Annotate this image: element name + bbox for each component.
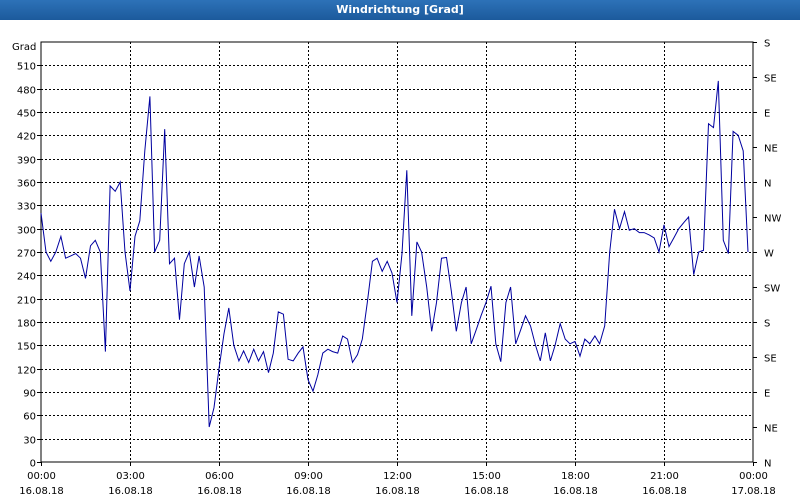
compass-tick-label: S [764, 319, 770, 330]
x-tick-time: 00:00 [27, 471, 56, 482]
compass-tick-label: SE [764, 354, 777, 365]
y-tick-label: 90 [23, 389, 36, 400]
y-tick-label: 360 [17, 179, 36, 190]
x-tick-date: 16.08.18 [553, 486, 598, 497]
y-tick-label: 480 [17, 86, 36, 97]
y-tick-label: 150 [17, 342, 36, 353]
y-tick-label: 30 [23, 436, 36, 447]
compass-tick-label: NE [764, 424, 778, 435]
y-tick-label: 210 [17, 296, 36, 307]
y-tick-label: 270 [17, 249, 36, 260]
y-axis-label: Grad [12, 42, 36, 53]
window-title: Windrichtung [Grad] [0, 0, 800, 20]
x-tick-time: 12:00 [383, 471, 412, 482]
x-tick-date: 16.08.18 [464, 486, 509, 497]
y-tick-label: 60 [23, 412, 36, 423]
x-tick-date: 17.08.18 [731, 486, 776, 497]
compass-tick-label: S [764, 39, 770, 50]
wind-direction-chart: 0 30 60 90 120 150 180 210 240 270 300 330 360 390 420… [12, 39, 781, 498]
y-tick-label: 180 [17, 319, 36, 330]
x-tick-time: 06:00 [205, 471, 234, 482]
x-tick-time: 09:00 [294, 471, 323, 482]
y-tick-label: 240 [17, 272, 36, 283]
x-tick-time: 18:00 [561, 471, 590, 482]
y-tick-label: 300 [17, 226, 36, 237]
compass-tick-label: N [764, 179, 771, 190]
x-tick-time: 15:00 [472, 471, 501, 482]
compass-tick-label: E [764, 389, 770, 400]
x-tick-date: 16.08.18 [108, 486, 153, 497]
compass-tick-label: W [764, 249, 774, 260]
x-tick-date: 16.08.18 [642, 486, 687, 497]
compass-tick-label: NW [764, 214, 781, 225]
x-tick-time: 21:00 [650, 471, 679, 482]
x-axis-ticks: 00:00 16.08.18 03:00 16.08.18 06:00 16.08.18 0… [19, 462, 776, 497]
y-tick-label: 450 [17, 109, 36, 120]
compass-axis-ticks: N NE E SE S SW W NW N NE E SE S [753, 39, 781, 470]
y-tick-label: 330 [17, 202, 36, 213]
x-tick-date: 16.08.18 [19, 486, 64, 497]
compass-tick-label: SE [764, 74, 777, 85]
compass-tick-label: N [764, 459, 771, 470]
y-axis-ticks: 0 30 60 90 120 150 180 210 240 270 300 330 360 390 420… [17, 62, 41, 470]
x-tick-time: 00:00 [739, 471, 768, 482]
compass-tick-label: SW [764, 284, 780, 295]
y-tick-label: 510 [17, 62, 36, 73]
y-tick-label: 420 [17, 132, 36, 143]
x-tick-date: 16.08.18 [197, 486, 242, 497]
y-tick-label: 120 [17, 366, 36, 377]
y-tick-label: 0 [30, 459, 36, 470]
x-tick-time: 03:00 [116, 471, 145, 482]
compass-tick-label: E [764, 109, 770, 120]
compass-tick-label: NE [764, 144, 778, 155]
y-tick-label: 390 [17, 156, 36, 167]
x-tick-date: 16.08.18 [286, 486, 331, 497]
x-tick-date: 16.08.18 [375, 486, 420, 497]
